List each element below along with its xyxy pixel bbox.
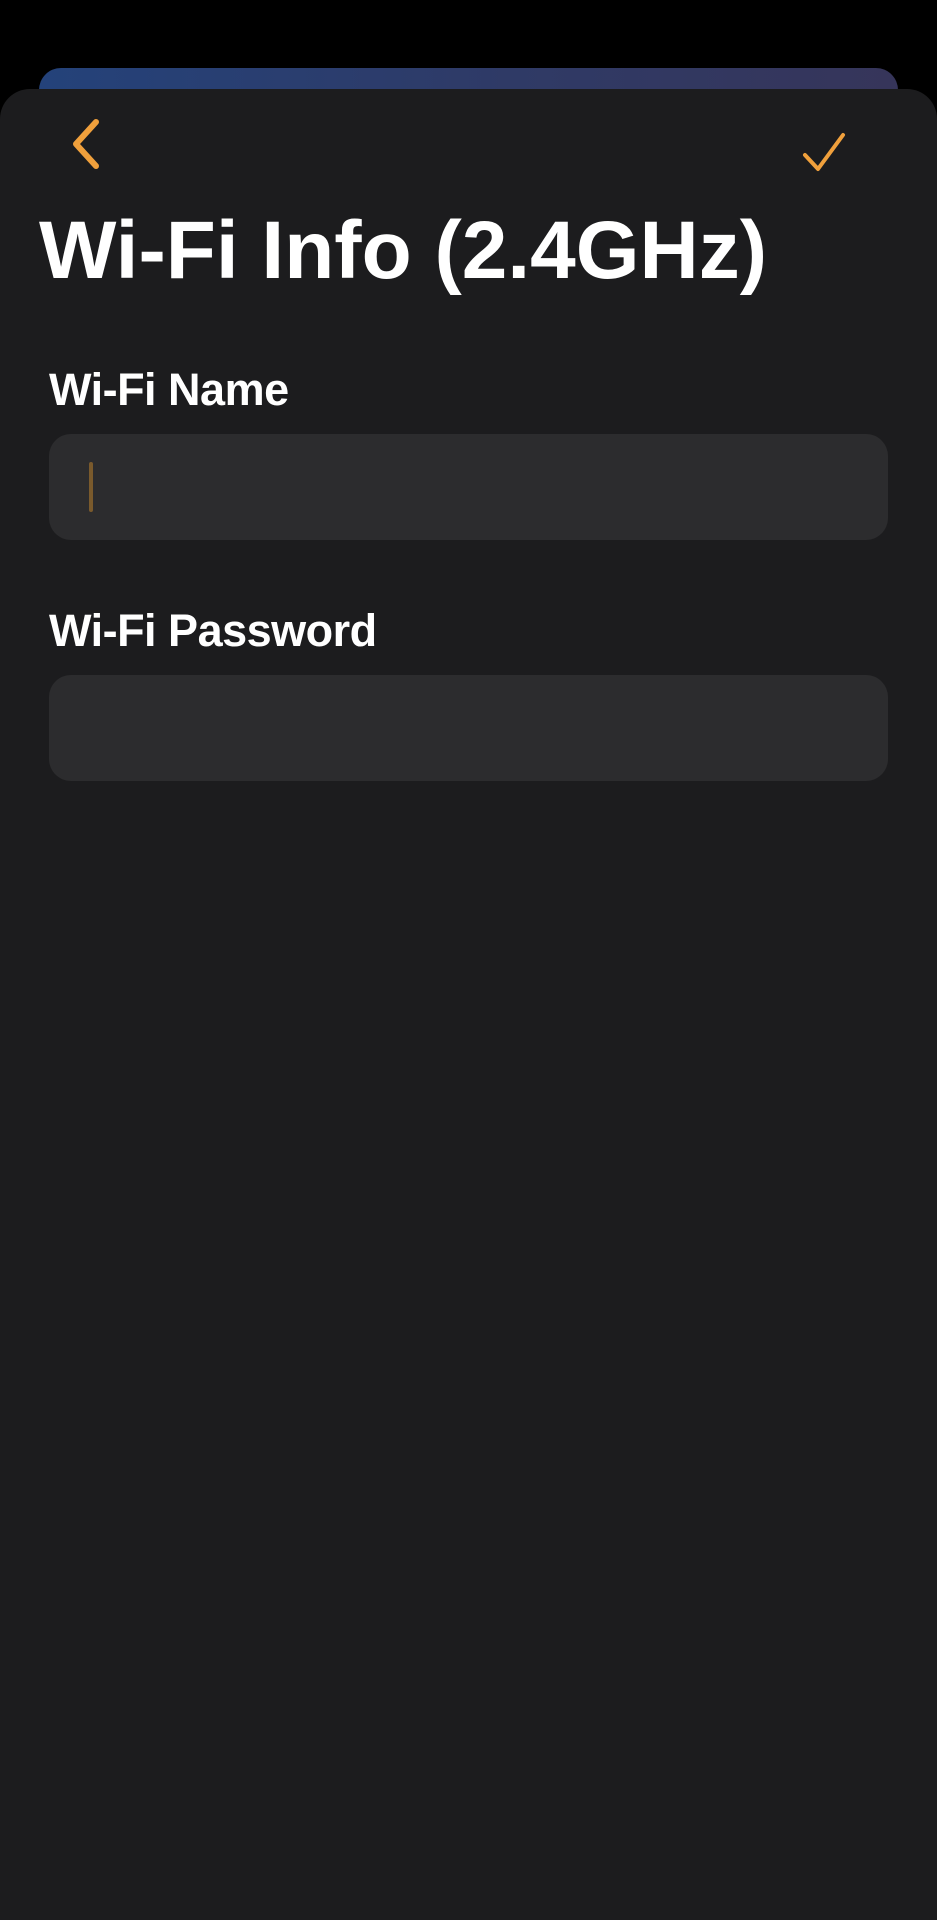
wifi-name-label: Wi-Fi Name [49,364,289,415]
confirm-button[interactable] [796,124,852,180]
text-caret [89,462,93,512]
wifi-password-field[interactable] [49,675,888,781]
chevron-left-icon [73,119,99,169]
wifi-name-field[interactable] [49,434,888,540]
checkmark-icon [803,133,845,171]
back-button[interactable] [60,112,112,176]
page-title: Wi-Fi Info (2.4GHz) [39,205,768,296]
wifi-password-input[interactable] [49,675,888,781]
wifi-name-input[interactable] [49,434,888,540]
wifi-password-label: Wi-Fi Password [49,605,377,656]
screen: Wi-Fi Info (2.4GHz) Wi-Fi Name Wi-Fi Pas… [0,0,937,1920]
